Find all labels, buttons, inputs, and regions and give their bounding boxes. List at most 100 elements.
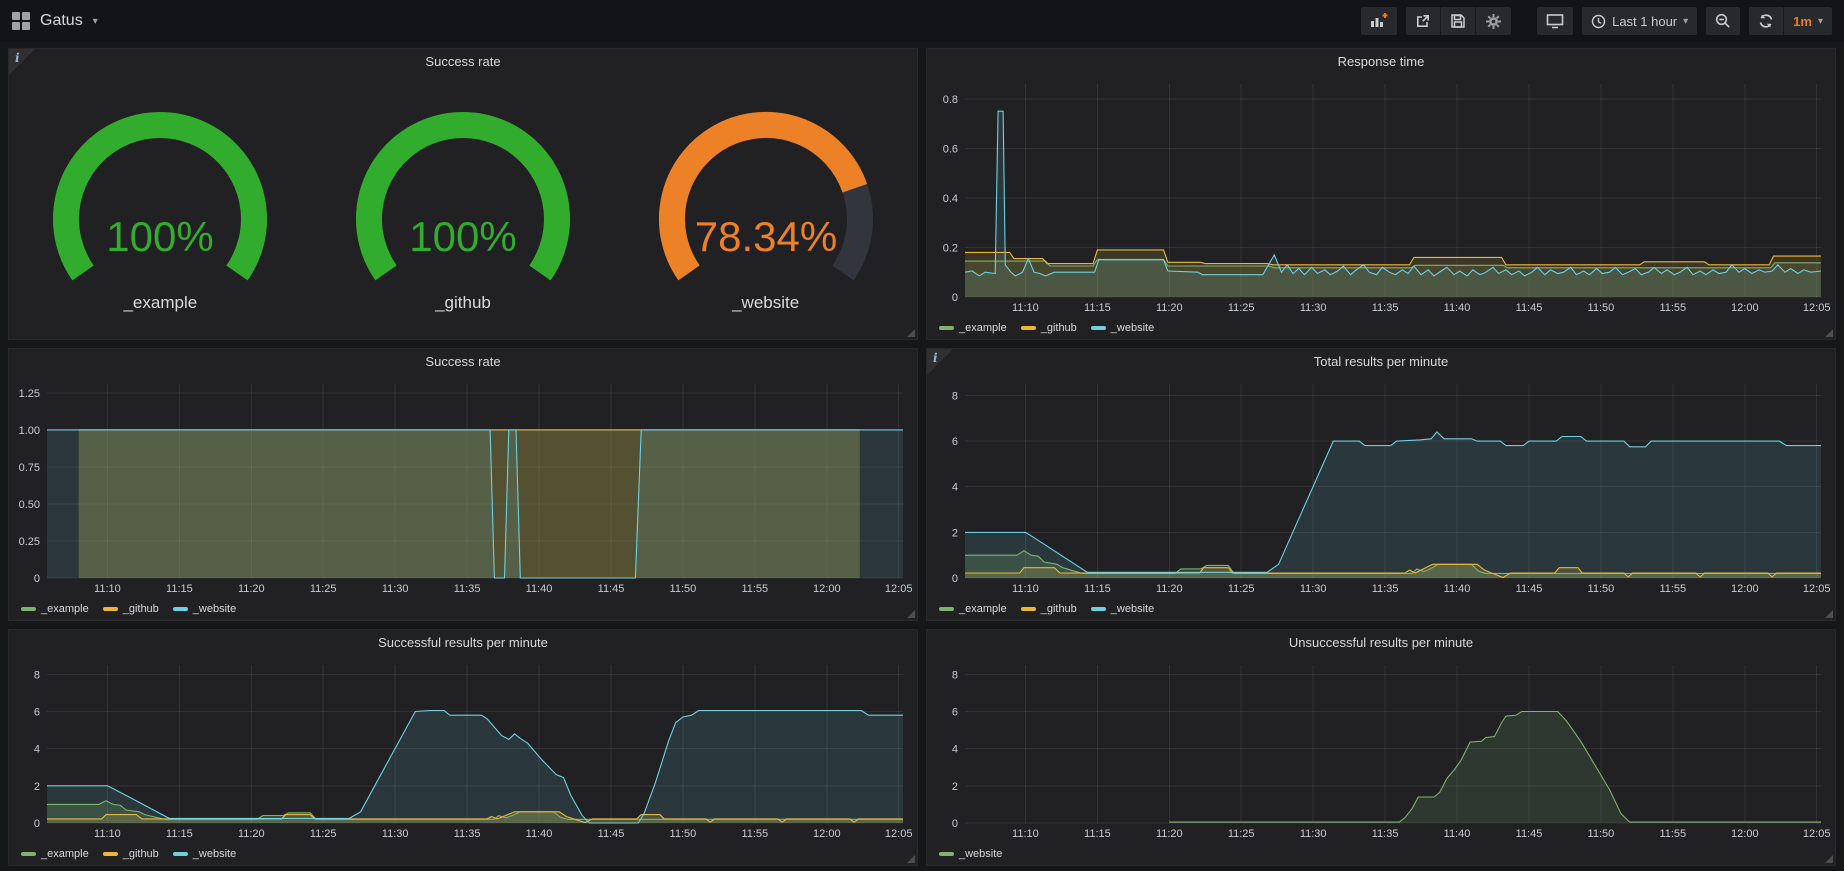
gauge-value: 100% <box>409 213 516 260</box>
svg-text:11:15: 11:15 <box>1084 583 1111 595</box>
refresh-interval-button[interactable]: 1m ▾ <box>1783 7 1832 35</box>
gauge-label: _github <box>435 293 491 313</box>
panel-title[interactable]: Success rate <box>9 349 917 375</box>
legend-label: _github <box>123 603 159 615</box>
svg-text:11:10: 11:10 <box>94 583 121 595</box>
gauge-arc: 78.34% <box>616 101 916 297</box>
zoom-out-button[interactable] <box>1706 7 1740 35</box>
svg-text:11:45: 11:45 <box>1516 583 1543 595</box>
panel-resize-handle[interactable] <box>907 329 915 337</box>
apps-grid-icon[interactable] <box>12 12 30 30</box>
svg-text:6: 6 <box>34 707 40 719</box>
panel-resize-handle[interactable] <box>907 855 915 863</box>
svg-text:11:30: 11:30 <box>382 583 409 595</box>
svg-text:11:15: 11:15 <box>166 583 193 595</box>
svg-text:11:15: 11:15 <box>1084 828 1111 840</box>
legend-item-github[interactable]: _github <box>1021 322 1077 334</box>
svg-text:11:50: 11:50 <box>670 828 697 840</box>
legend-item-github[interactable]: _github <box>103 848 159 860</box>
refresh-interval-label: 1m <box>1793 14 1812 29</box>
refresh-button[interactable] <box>1749 7 1783 35</box>
floppy-disk-icon <box>1450 13 1466 29</box>
panel-response-time: Response time 11:1011:1511:2011:2511:301… <box>926 48 1836 340</box>
svg-text:0.6: 0.6 <box>943 143 958 155</box>
panel-successful-results: Successful results per minute 11:1011:15… <box>8 629 918 866</box>
legend-label: _example <box>41 603 89 615</box>
panel-resize-handle[interactable] <box>907 610 915 618</box>
svg-text:4: 4 <box>34 744 40 756</box>
panel-resize-handle[interactable] <box>1825 610 1833 618</box>
panel-success-rate-gauges: i Success rate 100% _example 100% _githu… <box>8 48 918 340</box>
svg-text:11:25: 11:25 <box>1228 828 1255 840</box>
gauge-value: 78.34% <box>694 213 836 260</box>
legend-item-example[interactable]: _example <box>21 603 89 615</box>
gauge-github: 100% _github <box>312 101 615 313</box>
tv-mode-button[interactable] <box>1537 7 1573 35</box>
svg-text:12:05: 12:05 <box>885 583 913 595</box>
unsuccessful-results-chart[interactable]: 11:1011:1511:2011:2511:3011:3511:4011:45… <box>927 656 1835 843</box>
legend-label: _example <box>41 848 89 860</box>
legend-item-github[interactable]: _github <box>1021 603 1077 615</box>
svg-text:11:35: 11:35 <box>454 828 481 840</box>
svg-text:11:10: 11:10 <box>94 828 121 840</box>
dashboard-title[interactable]: Gatus <box>40 12 83 30</box>
svg-text:6: 6 <box>952 707 958 719</box>
legend-swatch <box>173 852 188 856</box>
svg-text:12:00: 12:00 <box>813 828 841 840</box>
success-rate-chart[interactable]: 11:1011:1511:2011:2511:3011:3511:4011:45… <box>9 375 917 598</box>
add-panel-button[interactable] <box>1361 7 1397 35</box>
panel-total-results: i Total results per minute 11:1011:1511:… <box>926 348 1836 621</box>
total-results-chart[interactable]: 11:1011:1511:2011:2511:3011:3511:4011:45… <box>927 375 1835 598</box>
panel-title[interactable]: Successful results per minute <box>9 630 917 656</box>
svg-text:12:05: 12:05 <box>885 828 913 840</box>
legend-item-website[interactable]: _website <box>1091 322 1154 334</box>
time-range-button[interactable]: Last 1 hour ▾ <box>1582 7 1697 35</box>
svg-text:11:50: 11:50 <box>1588 828 1615 840</box>
info-icon[interactable]: i <box>15 51 20 65</box>
legend-item-website[interactable]: _website <box>173 603 236 615</box>
panel-title[interactable]: Success rate <box>9 49 917 75</box>
svg-text:11:10: 11:10 <box>1012 302 1039 314</box>
info-icon[interactable]: i <box>933 351 938 365</box>
share-button[interactable] <box>1406 7 1440 35</box>
svg-text:2: 2 <box>34 781 40 793</box>
svg-text:1.00: 1.00 <box>19 425 40 437</box>
svg-text:0.2: 0.2 <box>943 243 958 255</box>
response-time-chart[interactable]: 11:1011:1511:2011:2511:3011:3511:4011:45… <box>927 75 1835 317</box>
legend-item-example[interactable]: _example <box>939 322 1007 334</box>
gauge-label: _example <box>123 293 197 313</box>
legend-label: _website <box>959 848 1002 860</box>
svg-text:11:10: 11:10 <box>1012 828 1039 840</box>
dashboard-picker-caret-icon[interactable]: ▾ <box>93 16 98 27</box>
panel-title[interactable]: Response time <box>927 49 1835 75</box>
save-button[interactable] <box>1440 7 1475 35</box>
legend-swatch <box>21 852 36 856</box>
legend-swatch <box>21 607 36 611</box>
settings-button[interactable] <box>1475 7 1511 35</box>
svg-text:0.4: 0.4 <box>943 193 958 205</box>
svg-text:0.75: 0.75 <box>19 462 40 474</box>
legend-item-website[interactable]: _website <box>939 848 1002 860</box>
svg-text:0: 0 <box>952 818 958 830</box>
svg-text:12:05: 12:05 <box>1803 302 1831 314</box>
legend-swatch <box>103 852 118 856</box>
panel-title[interactable]: Total results per minute <box>927 349 1835 375</box>
legend-item-website[interactable]: _website <box>1091 603 1154 615</box>
gauge-arc: 100% <box>313 101 613 297</box>
svg-text:11:40: 11:40 <box>1444 583 1471 595</box>
legend-item-example[interactable]: _example <box>21 848 89 860</box>
panel-resize-handle[interactable] <box>1825 329 1833 337</box>
panel-resize-handle[interactable] <box>1825 855 1833 863</box>
svg-text:11:20: 11:20 <box>1156 302 1183 314</box>
legend-swatch <box>939 607 954 611</box>
refresh-cycle-icon <box>1758 13 1774 29</box>
panel-title[interactable]: Unsuccessful results per minute <box>927 630 1835 656</box>
panel-info-corner <box>9 49 35 75</box>
legend-item-example[interactable]: _example <box>939 603 1007 615</box>
legend-item-github[interactable]: _github <box>103 603 159 615</box>
svg-text:11:45: 11:45 <box>1516 828 1543 840</box>
svg-text:0.25: 0.25 <box>19 536 40 548</box>
svg-text:11:45: 11:45 <box>598 828 625 840</box>
legend-item-website[interactable]: _website <box>173 848 236 860</box>
successful-results-chart[interactable]: 11:1011:1511:2011:2511:3011:3511:4011:45… <box>9 656 917 843</box>
